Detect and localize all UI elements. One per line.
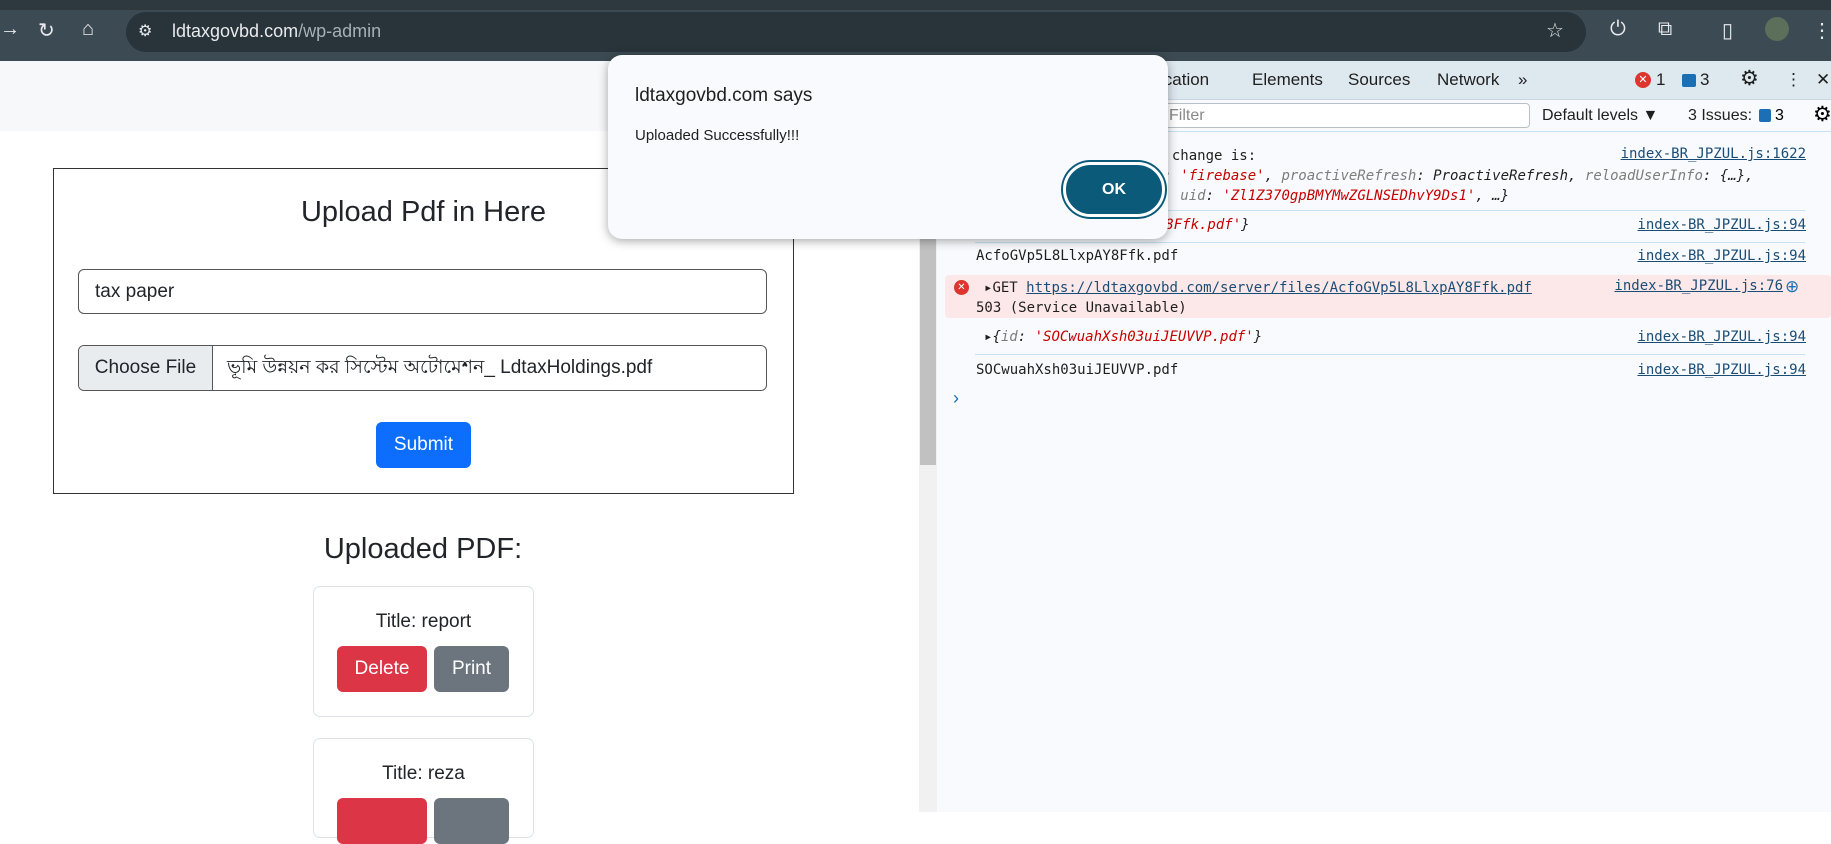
source-link[interactable]: index-BR_JPZUL.js:94 — [1637, 329, 1806, 345]
issues-count[interactable]: 3 — [1775, 107, 1784, 125]
url-domain: ldtaxgovbd.com — [172, 21, 299, 41]
message-count[interactable]: 3 — [1700, 70, 1709, 90]
pdf-card: Title: report Delete Print — [313, 586, 534, 717]
site-info-icon[interactable]: ⚙ — [138, 21, 152, 41]
console-text: , …} — [1475, 188, 1510, 204]
console-key: reloadUserInfo — [1584, 168, 1703, 184]
error-icon: ✕ — [954, 280, 969, 295]
url-text[interactable]: ldtaxgovbd.com/wp-admin — [172, 21, 381, 42]
delete-button[interactable]: Delete — [337, 646, 427, 692]
side-panel-icon[interactable]: ▯ — [1722, 18, 1733, 43]
console-settings-icon[interactable]: ⚙ — [1813, 102, 1831, 127]
submit-button[interactable]: Submit — [376, 422, 471, 468]
source-link[interactable]: index-BR_JPZUL.js:94 — [1637, 248, 1806, 264]
console-string: 'SOCwuahXsh03uiJEUVVP.pdf' — [1034, 329, 1254, 345]
console-string: 'firebase' — [1180, 168, 1265, 184]
console-key: id — [1000, 329, 1018, 345]
console-message: SOCwuahXsh03uiJEUVVP.pdf — [976, 362, 1179, 378]
console-string: 'Zl1Z370gpBMYMwZGLNSEDhvY9Ds1' — [1222, 188, 1476, 204]
kebab-menu-icon[interactable]: ⋮ — [1785, 70, 1802, 90]
close-devtools-icon[interactable]: ✕ — [1816, 70, 1830, 90]
ok-button[interactable]: OK — [1063, 162, 1165, 217]
delete-button[interactable] — [337, 798, 427, 844]
http-status: 503 (Service Unavailable) — [976, 300, 1187, 316]
console-text: : ProactiveRefresh, — [1416, 168, 1585, 184]
console-text: } — [1241, 217, 1250, 233]
console-prompt-icon[interactable]: › — [953, 388, 959, 409]
divider — [975, 242, 1805, 243]
issues-label[interactable]: 3 Issues: — [1688, 107, 1752, 125]
console-text: { — [992, 329, 1001, 345]
file-input[interactable]: Choose File ভূমি উন্নয়ন কর সিস্টেম অটোম… — [78, 345, 767, 391]
extensions-icon[interactable]: ⧉ — [1658, 18, 1672, 41]
console-message: ▸{id: 'SOCwuahXsh03uiJEUVVP.pdf'} — [984, 329, 1262, 345]
issues-icon[interactable] — [1759, 109, 1771, 122]
log-levels-dropdown[interactable]: Default levels ▼ — [1542, 107, 1658, 125]
console-text: : — [1017, 329, 1035, 345]
message-icon[interactable] — [1682, 74, 1696, 87]
home-icon[interactable]: ⌂ — [82, 18, 94, 41]
console-key: proactiveRefresh — [1281, 168, 1417, 184]
bookmark-star-icon[interactable]: ☆ — [1546, 18, 1564, 43]
print-button[interactable]: Print — [434, 646, 509, 692]
console-key: uid — [1180, 188, 1206, 204]
tab-sources[interactable]: Sources — [1348, 70, 1410, 90]
source-link[interactable]: index-BR_JPZUL.js:94 — [1637, 362, 1806, 378]
source-link[interactable]: index-BR_JPZUL.js:94 — [1637, 217, 1806, 233]
alert-dialog: ldtaxgovbd.com says Uploaded Successfull… — [608, 55, 1168, 239]
request-url-link[interactable]: https://ldtaxgovbd.com/server/files/Acfo… — [1026, 280, 1532, 296]
error-icon[interactable]: ✕ — [1635, 72, 1651, 88]
pdf-title: Title: report — [375, 611, 472, 632]
console-error: ▸GET https://ldtaxgovbd.com/server/files… — [976, 278, 1532, 318]
dialog-message: Uploaded Successfully!!! — [635, 127, 800, 144]
more-tabs-icon[interactable]: » — [1518, 70, 1527, 90]
url-path: /wp-admin — [298, 21, 382, 41]
tab-strip — [0, 0, 1831, 10]
pdf-card: Title: reza — [313, 738, 534, 844]
dialog-title: ldtaxgovbd.com says — [635, 85, 813, 106]
divider — [975, 354, 1805, 355]
console-text: , — [1264, 168, 1282, 184]
error-count[interactable]: 1 — [1656, 70, 1665, 90]
file-name: ভূমি উন্নয়ন কর সিস্টেম অটোমেশন_ LdtaxHo… — [227, 357, 653, 378]
forward-icon[interactable]: → — [0, 18, 20, 41]
print-button[interactable] — [434, 798, 509, 844]
pdf-title: Title: reza — [382, 763, 465, 784]
menu-icon[interactable]: ⋮ — [1812, 18, 1831, 43]
profile-avatar[interactable] — [1765, 17, 1789, 41]
reload-icon[interactable]: ↻ — [38, 18, 55, 43]
title-input[interactable]: tax paper — [78, 269, 767, 314]
console-message: AcfoGVp5L8LlxpAY8Ffk.pdf — [976, 248, 1179, 264]
settings-gear-icon[interactable]: ⚙ — [1740, 66, 1759, 91]
uploaded-heading: Uploaded PDF: — [323, 533, 523, 565]
http-method: GET — [992, 280, 1018, 296]
tab-network[interactable]: Network — [1437, 70, 1499, 90]
log-levels-label: Default levels — [1542, 107, 1639, 124]
tab-elements[interactable]: Elements — [1252, 70, 1323, 90]
source-link[interactable]: index-BR_JPZUL.js:1622 — [1621, 146, 1806, 162]
console-text: : {…}, — [1702, 168, 1754, 184]
console-text: : — [1205, 188, 1223, 204]
source-link[interactable]: index-BR_JPZUL.js:76 — [1614, 278, 1783, 294]
console-text: } — [1253, 329, 1263, 345]
network-request-icon[interactable]: ⊕ — [1785, 277, 1799, 297]
choose-file-button[interactable]: Choose File — [79, 346, 213, 390]
power-extension-icon[interactable]: ⏻ — [1610, 18, 1626, 41]
